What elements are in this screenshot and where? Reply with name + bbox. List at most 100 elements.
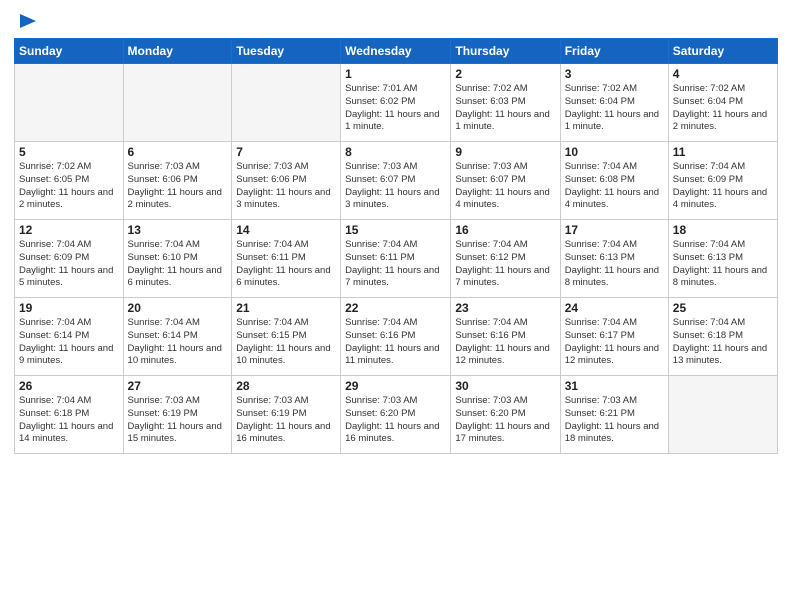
calendar-cell: 18 Sunrise: 7:04 AMSunset: 6:13 PMDaylig… xyxy=(668,220,777,298)
calendar-cell: 22 Sunrise: 7:04 AMSunset: 6:16 PMDaylig… xyxy=(341,298,451,376)
day-number: 1 xyxy=(345,67,446,81)
calendar-table: SundayMondayTuesdayWednesdayThursdayFrid… xyxy=(14,38,778,454)
calendar-cell: 9 Sunrise: 7:03 AMSunset: 6:07 PMDayligh… xyxy=(451,142,560,220)
calendar-cell: 14 Sunrise: 7:04 AMSunset: 6:11 PMDaylig… xyxy=(232,220,341,298)
day-number: 14 xyxy=(236,223,336,237)
calendar-cell: 1 Sunrise: 7:01 AMSunset: 6:02 PMDayligh… xyxy=(341,64,451,142)
week-row-1: 5 Sunrise: 7:02 AMSunset: 6:05 PMDayligh… xyxy=(15,142,778,220)
day-detail: Sunrise: 7:03 AMSunset: 6:19 PMDaylight:… xyxy=(128,395,222,444)
day-number: 30 xyxy=(455,379,555,393)
calendar-cell: 11 Sunrise: 7:04 AMSunset: 6:09 PMDaylig… xyxy=(668,142,777,220)
day-detail: Sunrise: 7:03 AMSunset: 6:07 PMDaylight:… xyxy=(455,161,549,210)
day-detail: Sunrise: 7:04 AMSunset: 6:09 PMDaylight:… xyxy=(673,161,767,210)
day-detail: Sunrise: 7:04 AMSunset: 6:13 PMDaylight:… xyxy=(565,239,659,288)
day-detail: Sunrise: 7:02 AMSunset: 6:05 PMDaylight:… xyxy=(19,161,113,210)
day-header-wednesday: Wednesday xyxy=(341,39,451,64)
day-detail: Sunrise: 7:04 AMSunset: 6:12 PMDaylight:… xyxy=(455,239,549,288)
calendar-cell xyxy=(15,64,124,142)
calendar-cell: 25 Sunrise: 7:04 AMSunset: 6:18 PMDaylig… xyxy=(668,298,777,376)
day-number: 5 xyxy=(19,145,119,159)
day-detail: Sunrise: 7:04 AMSunset: 6:18 PMDaylight:… xyxy=(19,395,113,444)
calendar-cell: 17 Sunrise: 7:04 AMSunset: 6:13 PMDaylig… xyxy=(560,220,668,298)
calendar-cell: 6 Sunrise: 7:03 AMSunset: 6:06 PMDayligh… xyxy=(123,142,232,220)
calendar-cell: 29 Sunrise: 7:03 AMSunset: 6:20 PMDaylig… xyxy=(341,376,451,454)
calendar-cell: 27 Sunrise: 7:03 AMSunset: 6:19 PMDaylig… xyxy=(123,376,232,454)
day-number: 2 xyxy=(455,67,555,81)
day-header-tuesday: Tuesday xyxy=(232,39,341,64)
day-header-saturday: Saturday xyxy=(668,39,777,64)
day-number: 13 xyxy=(128,223,228,237)
day-number: 19 xyxy=(19,301,119,315)
day-detail: Sunrise: 7:04 AMSunset: 6:17 PMDaylight:… xyxy=(565,317,659,366)
day-number: 23 xyxy=(455,301,555,315)
day-number: 3 xyxy=(565,67,664,81)
calendar-cell: 28 Sunrise: 7:03 AMSunset: 6:19 PMDaylig… xyxy=(232,376,341,454)
calendar-cell: 19 Sunrise: 7:04 AMSunset: 6:14 PMDaylig… xyxy=(15,298,124,376)
day-detail: Sunrise: 7:03 AMSunset: 6:20 PMDaylight:… xyxy=(455,395,549,444)
calendar-cell: 8 Sunrise: 7:03 AMSunset: 6:07 PMDayligh… xyxy=(341,142,451,220)
day-detail: Sunrise: 7:03 AMSunset: 6:21 PMDaylight:… xyxy=(565,395,659,444)
day-number: 31 xyxy=(565,379,664,393)
day-detail: Sunrise: 7:04 AMSunset: 6:15 PMDaylight:… xyxy=(236,317,330,366)
day-number: 27 xyxy=(128,379,228,393)
day-detail: Sunrise: 7:02 AMSunset: 6:03 PMDaylight:… xyxy=(455,83,549,132)
day-number: 24 xyxy=(565,301,664,315)
logo-flag-icon xyxy=(16,10,38,32)
logo xyxy=(14,10,38,32)
calendar-cell xyxy=(123,64,232,142)
day-number: 10 xyxy=(565,145,664,159)
day-header-friday: Friday xyxy=(560,39,668,64)
day-number: 25 xyxy=(673,301,773,315)
calendar-cell: 26 Sunrise: 7:04 AMSunset: 6:18 PMDaylig… xyxy=(15,376,124,454)
calendar-cell: 2 Sunrise: 7:02 AMSunset: 6:03 PMDayligh… xyxy=(451,64,560,142)
calendar-cell xyxy=(232,64,341,142)
day-detail: Sunrise: 7:03 AMSunset: 6:06 PMDaylight:… xyxy=(236,161,330,210)
day-detail: Sunrise: 7:02 AMSunset: 6:04 PMDaylight:… xyxy=(565,83,659,132)
day-detail: Sunrise: 7:02 AMSunset: 6:04 PMDaylight:… xyxy=(673,83,767,132)
calendar-cell: 13 Sunrise: 7:04 AMSunset: 6:10 PMDaylig… xyxy=(123,220,232,298)
day-number: 15 xyxy=(345,223,446,237)
calendar-cell: 5 Sunrise: 7:02 AMSunset: 6:05 PMDayligh… xyxy=(15,142,124,220)
day-detail: Sunrise: 7:04 AMSunset: 6:14 PMDaylight:… xyxy=(128,317,222,366)
day-detail: Sunrise: 7:03 AMSunset: 6:06 PMDaylight:… xyxy=(128,161,222,210)
day-header-thursday: Thursday xyxy=(451,39,560,64)
week-row-4: 26 Sunrise: 7:04 AMSunset: 6:18 PMDaylig… xyxy=(15,376,778,454)
calendar-cell: 12 Sunrise: 7:04 AMSunset: 6:09 PMDaylig… xyxy=(15,220,124,298)
header xyxy=(14,10,778,32)
day-number: 9 xyxy=(455,145,555,159)
day-number: 8 xyxy=(345,145,446,159)
day-detail: Sunrise: 7:04 AMSunset: 6:14 PMDaylight:… xyxy=(19,317,113,366)
day-number: 6 xyxy=(128,145,228,159)
day-detail: Sunrise: 7:03 AMSunset: 6:07 PMDaylight:… xyxy=(345,161,439,210)
calendar-cell: 23 Sunrise: 7:04 AMSunset: 6:16 PMDaylig… xyxy=(451,298,560,376)
day-number: 12 xyxy=(19,223,119,237)
day-number: 26 xyxy=(19,379,119,393)
day-number: 21 xyxy=(236,301,336,315)
calendar-cell: 7 Sunrise: 7:03 AMSunset: 6:06 PMDayligh… xyxy=(232,142,341,220)
day-detail: Sunrise: 7:04 AMSunset: 6:16 PMDaylight:… xyxy=(345,317,439,366)
day-header-sunday: Sunday xyxy=(15,39,124,64)
day-number: 20 xyxy=(128,301,228,315)
day-detail: Sunrise: 7:04 AMSunset: 6:09 PMDaylight:… xyxy=(19,239,113,288)
day-number: 11 xyxy=(673,145,773,159)
calendar-cell: 3 Sunrise: 7:02 AMSunset: 6:04 PMDayligh… xyxy=(560,64,668,142)
day-number: 16 xyxy=(455,223,555,237)
day-number: 18 xyxy=(673,223,773,237)
day-detail: Sunrise: 7:04 AMSunset: 6:16 PMDaylight:… xyxy=(455,317,549,366)
day-number: 7 xyxy=(236,145,336,159)
day-detail: Sunrise: 7:04 AMSunset: 6:08 PMDaylight:… xyxy=(565,161,659,210)
week-row-3: 19 Sunrise: 7:04 AMSunset: 6:14 PMDaylig… xyxy=(15,298,778,376)
day-number: 22 xyxy=(345,301,446,315)
day-detail: Sunrise: 7:03 AMSunset: 6:19 PMDaylight:… xyxy=(236,395,330,444)
day-detail: Sunrise: 7:03 AMSunset: 6:20 PMDaylight:… xyxy=(345,395,439,444)
day-detail: Sunrise: 7:04 AMSunset: 6:18 PMDaylight:… xyxy=(673,317,767,366)
day-header-monday: Monday xyxy=(123,39,232,64)
calendar-cell: 31 Sunrise: 7:03 AMSunset: 6:21 PMDaylig… xyxy=(560,376,668,454)
day-number: 29 xyxy=(345,379,446,393)
calendar-cell: 30 Sunrise: 7:03 AMSunset: 6:20 PMDaylig… xyxy=(451,376,560,454)
day-detail: Sunrise: 7:04 AMSunset: 6:11 PMDaylight:… xyxy=(236,239,330,288)
day-detail: Sunrise: 7:01 AMSunset: 6:02 PMDaylight:… xyxy=(345,83,439,132)
calendar-cell: 24 Sunrise: 7:04 AMSunset: 6:17 PMDaylig… xyxy=(560,298,668,376)
calendar-cell: 21 Sunrise: 7:04 AMSunset: 6:15 PMDaylig… xyxy=(232,298,341,376)
calendar-cell xyxy=(668,376,777,454)
